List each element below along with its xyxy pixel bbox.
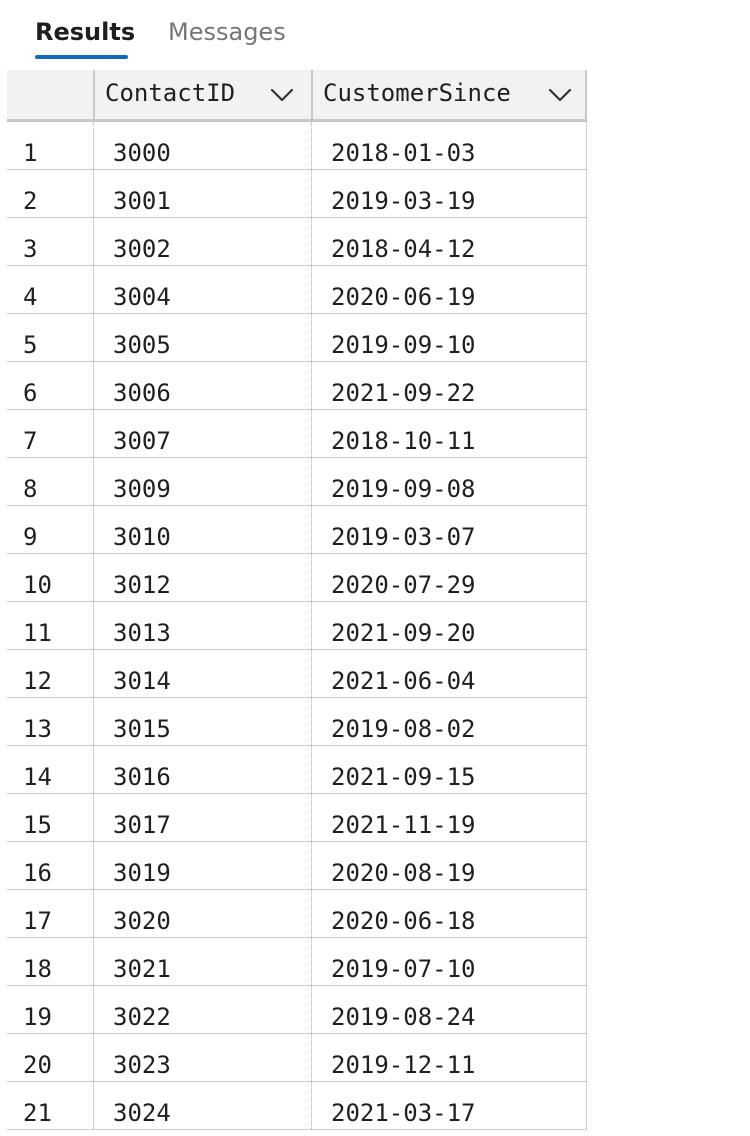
row-number-cell[interactable]: 21 (7, 1082, 93, 1129)
cell-contactid[interactable]: 3007 (93, 410, 311, 457)
row-number-cell[interactable]: 8 (7, 458, 93, 505)
cell-contactid[interactable]: 3021 (93, 938, 311, 985)
cell-contactid[interactable]: 3014 (93, 650, 311, 697)
table-row[interactable]: 21 3024 2021-03-17 (7, 1082, 587, 1130)
cell-contactid[interactable]: 3005 (93, 314, 311, 361)
row-number-cell[interactable]: 4 (7, 266, 93, 313)
table-row[interactable]: 4 3004 2020-06-19 (7, 266, 587, 314)
cell-customersince[interactable]: 2020-08-19 (311, 842, 587, 889)
cell-contactid[interactable]: 3019 (93, 842, 311, 889)
row-number-cell[interactable]: 19 (7, 986, 93, 1033)
row-number-cell[interactable]: 6 (7, 362, 93, 409)
row-number-header[interactable] (7, 70, 93, 122)
table-row[interactable]: 11 3013 2021-09-20 (7, 602, 587, 650)
table-row[interactable]: 19 3022 2019-08-24 (7, 986, 587, 1034)
table-row[interactable]: 3 3002 2018-04-12 (7, 218, 587, 266)
row-number-cell[interactable]: 20 (7, 1034, 93, 1081)
column-header-customersince[interactable]: CustomerSince (311, 70, 587, 122)
table-row[interactable]: 12 3014 2021-06-04 (7, 650, 587, 698)
cell-contactid[interactable]: 3006 (93, 362, 311, 409)
cell-customersince[interactable]: 2018-04-12 (311, 218, 587, 265)
table-row[interactable]: 8 3009 2019-09-08 (7, 458, 587, 506)
cell-customersince[interactable]: 2020-07-29 (311, 554, 587, 601)
row-number-cell[interactable]: 18 (7, 938, 93, 985)
cell-contactid[interactable]: 3017 (93, 794, 311, 841)
table-row[interactable]: 9 3010 2019-03-07 (7, 506, 587, 554)
cell-contactid[interactable]: 3024 (93, 1082, 311, 1129)
tab-results[interactable]: Results (35, 16, 135, 48)
cell-contactid[interactable]: 3000 (93, 122, 311, 169)
cell-customersince[interactable]: 2019-12-11 (311, 1034, 587, 1081)
cell-customersince[interactable]: 2019-08-24 (311, 986, 587, 1033)
cell-contactid[interactable]: 3016 (93, 746, 311, 793)
cell-customersince[interactable]: 2021-09-20 (311, 602, 587, 649)
table-row[interactable]: 5 3005 2019-09-10 (7, 314, 587, 362)
row-number-cell[interactable]: 16 (7, 842, 93, 889)
tab-messages[interactable]: Messages (168, 16, 286, 48)
results-grid: ContactID CustomerSince 1 3000 2018-01-03 2… (7, 70, 587, 1136)
row-number-cell[interactable]: 11 (7, 602, 93, 649)
cell-customersince[interactable]: 2019-07-10 (311, 938, 587, 985)
row-number-cell[interactable]: 5 (7, 314, 93, 361)
cell-contactid[interactable]: 3013 (93, 602, 311, 649)
row-number-cell[interactable]: 9 (7, 506, 93, 553)
table-row[interactable]: 1 3000 2018-01-03 (7, 122, 587, 170)
cell-customersince[interactable]: 2021-11-19 (311, 794, 587, 841)
cell-customersince[interactable]: 2019-09-10 (311, 314, 587, 361)
table-row[interactable]: 16 3019 2020-08-19 (7, 842, 587, 890)
column-header-label: CustomerSince (323, 79, 511, 107)
cell-customersince[interactable]: 2021-09-22 (311, 362, 587, 409)
table-row[interactable]: 18 3021 2019-07-10 (7, 938, 587, 986)
cell-customersince[interactable]: 2020-06-19 (311, 266, 587, 313)
column-header-contactid[interactable]: ContactID (93, 70, 311, 122)
cell-contactid[interactable]: 3001 (93, 170, 311, 217)
cell-customersince[interactable]: 2018-01-03 (311, 122, 587, 169)
table-row[interactable]: 17 3020 2020-06-18 (7, 890, 587, 938)
row-number-cell[interactable]: 7 (7, 410, 93, 457)
column-header-label: ContactID (105, 79, 236, 107)
table-row[interactable]: 13 3015 2019-08-02 (7, 698, 587, 746)
cell-contactid[interactable]: 3012 (93, 554, 311, 601)
result-tabs: Results Messages (0, 0, 750, 70)
row-number-cell[interactable]: 10 (7, 554, 93, 601)
table-row[interactable]: 6 3006 2021-09-22 (7, 362, 587, 410)
table-row[interactable]: 10 3012 2020-07-29 (7, 554, 587, 602)
grid-header: ContactID CustomerSince (7, 70, 587, 122)
active-tab-indicator (35, 55, 128, 59)
cell-customersince[interactable]: 2021-09-15 (311, 746, 587, 793)
row-number-cell[interactable]: 15 (7, 794, 93, 841)
row-number-cell[interactable]: 1 (7, 122, 93, 169)
cell-customersince[interactable]: 2019-03-19 (311, 170, 587, 217)
row-number-cell[interactable]: 14 (7, 746, 93, 793)
row-number-cell[interactable]: 3 (7, 218, 93, 265)
cell-contactid[interactable]: 3023 (93, 1034, 311, 1081)
cell-customersince[interactable]: 2019-03-07 (311, 506, 587, 553)
cell-contactid[interactable]: 3022 (93, 986, 311, 1033)
cell-contactid[interactable]: 3009 (93, 458, 311, 505)
chevron-down-icon[interactable] (547, 85, 573, 105)
row-number-cell[interactable]: 2 (7, 170, 93, 217)
cell-customersince[interactable]: 2020-06-18 (311, 890, 587, 937)
cell-customersince[interactable]: 2021-06-04 (311, 650, 587, 697)
cell-customersince[interactable]: 2018-10-11 (311, 410, 587, 457)
cell-customersince[interactable]: 2019-09-08 (311, 458, 587, 505)
row-number-cell[interactable]: 12 (7, 650, 93, 697)
table-row[interactable]: 7 3007 2018-10-11 (7, 410, 587, 458)
cell-contactid[interactable]: 3004 (93, 266, 311, 313)
cell-contactid[interactable]: 3010 (93, 506, 311, 553)
table-row[interactable]: 2 3001 2019-03-19 (7, 170, 587, 218)
grid-body: 1 3000 2018-01-03 2 3001 2019-03-19 3 3002 2018-… (7, 122, 587, 1130)
cell-contactid[interactable]: 3020 (93, 890, 311, 937)
cell-contactid[interactable]: 3002 (93, 218, 311, 265)
row-number-cell[interactable]: 17 (7, 890, 93, 937)
table-row[interactable]: 15 3017 2021-11-19 (7, 794, 587, 842)
row-number-cell[interactable]: 13 (7, 698, 93, 745)
chevron-down-icon[interactable] (269, 85, 295, 105)
cell-customersince[interactable]: 2019-08-02 (311, 698, 587, 745)
table-row[interactable]: 14 3016 2021-09-15 (7, 746, 587, 794)
cell-customersince[interactable]: 2021-03-17 (311, 1082, 587, 1129)
cell-contactid[interactable]: 3015 (93, 698, 311, 745)
table-row[interactable]: 20 3023 2019-12-11 (7, 1034, 587, 1082)
